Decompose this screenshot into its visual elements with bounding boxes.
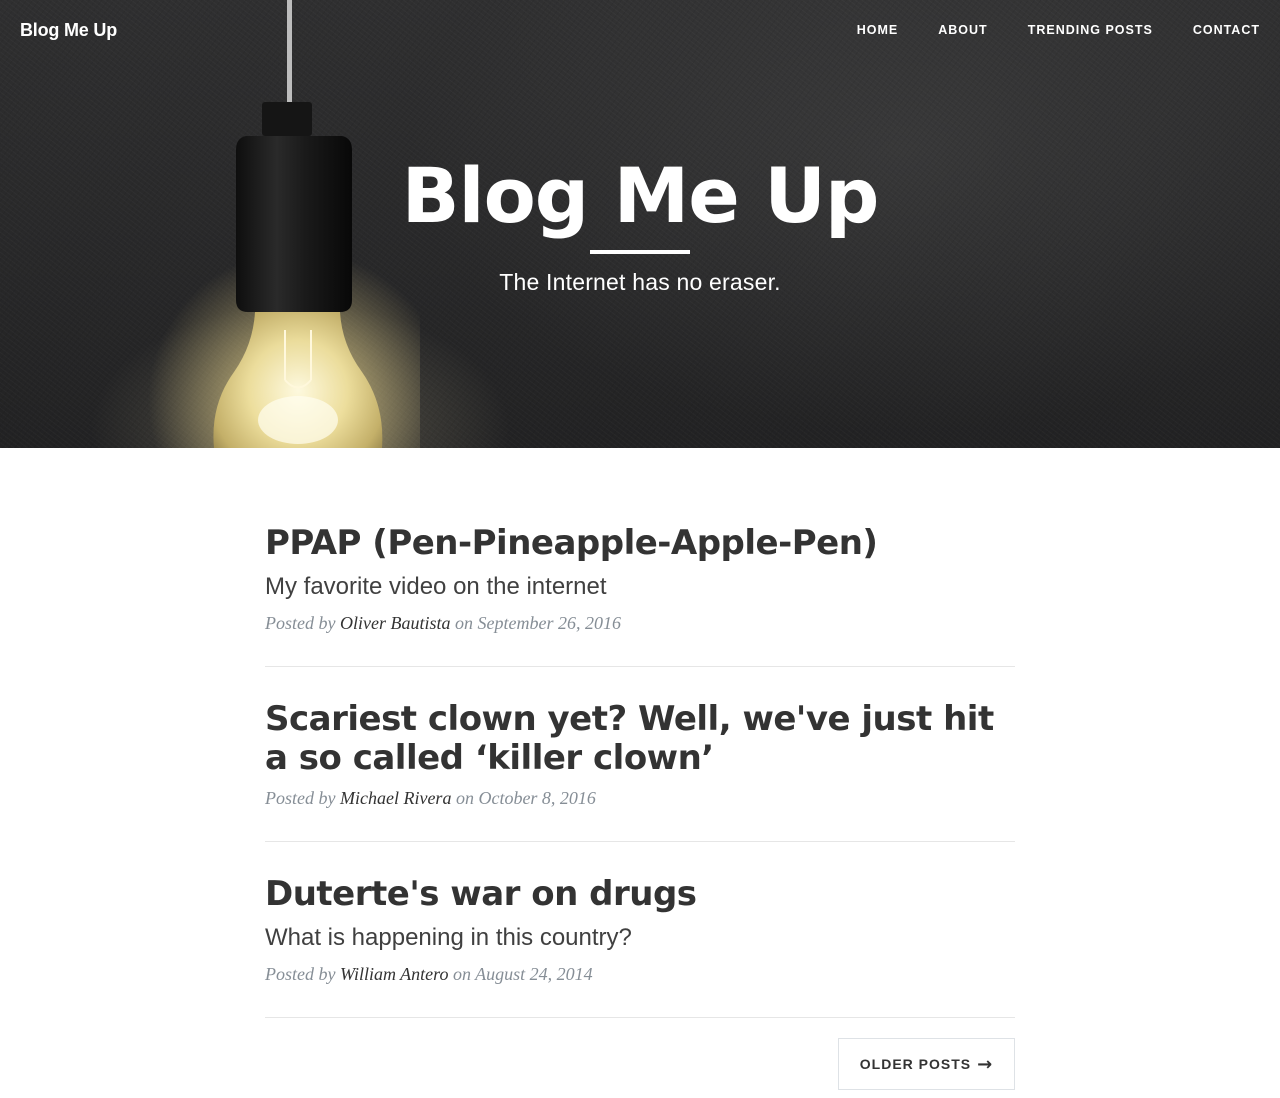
older-posts-button[interactable]: OLDER POSTS → — [838, 1038, 1015, 1090]
post-title[interactable]: Scariest clown yet? Well, we've just hit… — [265, 700, 1015, 778]
post-preview[interactable]: PPAP (Pen-Pineapple-Apple-Pen) My favori… — [265, 524, 1015, 667]
post-preview[interactable]: Duterte's war on drugs What is happening… — [265, 875, 1015, 1018]
post-subtitle[interactable]: My favorite video on the internet — [265, 571, 1015, 603]
main-nav: Blog Me Up HOME ABOUT TRENDING POSTS CON… — [0, 0, 1280, 60]
post-author-link[interactable]: William Antero — [340, 964, 449, 984]
site-subtitle: The Internet has no eraser. — [499, 269, 781, 295]
post-meta-prefix: Posted by — [265, 613, 336, 633]
nav-about-link[interactable]: ABOUT — [938, 23, 987, 37]
post-title[interactable]: Duterte's war on drugs — [265, 875, 1015, 914]
older-posts-label: OLDER POSTS — [859, 1056, 972, 1072]
site-title: Blog Me Up — [401, 151, 880, 240]
post-date: on August 24, 2014 — [453, 964, 593, 984]
post-date: on October 8, 2016 — [455, 788, 596, 808]
site-heading: Blog Me Up The Internet has no eraser. — [0, 148, 1280, 296]
post-meta: Posted by Michael Rivera on October 8, 2… — [265, 788, 1015, 809]
post-meta: Posted by Oliver Bautista on September 2… — [265, 613, 1015, 634]
post-author-link[interactable]: Michael Rivera — [340, 788, 451, 808]
nav-contact-link[interactable]: CONTACT — [1193, 23, 1260, 37]
post-meta: Posted by William Antero on August 24, 2… — [265, 964, 1015, 985]
post-list: PPAP (Pen-Pineapple-Apple-Pen) My favori… — [265, 524, 1015, 1090]
hero-header: Blog Me Up HOME ABOUT TRENDING POSTS CON… — [0, 0, 1280, 448]
post-title[interactable]: PPAP (Pen-Pineapple-Apple-Pen) — [265, 524, 1015, 563]
nav-trending-posts-link[interactable]: TRENDING POSTS — [1028, 23, 1153, 37]
post-meta-prefix: Posted by — [265, 964, 336, 984]
post-meta-prefix: Posted by — [265, 788, 336, 808]
brand-link[interactable]: Blog Me Up — [20, 20, 117, 41]
post-author-link[interactable]: Oliver Bautista — [340, 613, 451, 633]
post-date: on September 26, 2016 — [454, 613, 621, 633]
pager: OLDER POSTS → — [265, 1038, 1015, 1090]
title-underline — [590, 250, 690, 254]
post-preview[interactable]: Scariest clown yet? Well, we've just hit… — [265, 700, 1015, 842]
post-subtitle[interactable]: What is happening in this country? — [265, 922, 1015, 954]
arrow-right-icon: → — [977, 1053, 994, 1075]
nav-home-link[interactable]: HOME — [857, 23, 899, 37]
nav-links: HOME ABOUT TRENDING POSTS CONTACT — [857, 23, 1260, 37]
